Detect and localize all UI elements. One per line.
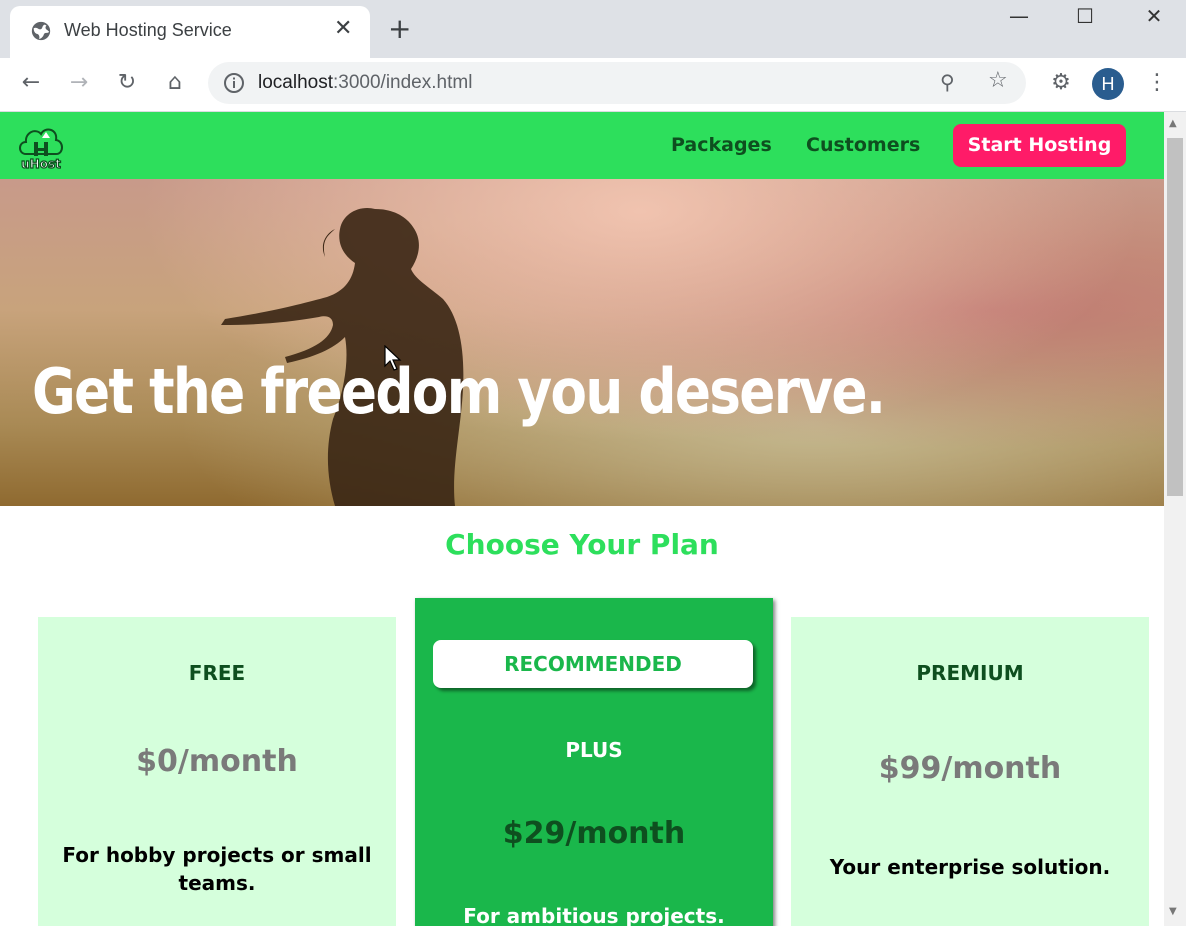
forward-arrow-icon[interactable]: → (64, 70, 94, 100)
plan-card-premium: PREMIUM $99/month Your enterprise soluti… (791, 617, 1149, 926)
info-icon[interactable] (222, 71, 246, 95)
start-hosting-button[interactable]: Start Hosting (953, 124, 1126, 167)
profile-avatar[interactable]: H (1092, 68, 1124, 100)
home-icon[interactable]: ⌂ (160, 70, 190, 100)
tab-title: Web Hosting Service (64, 20, 232, 40)
url-path: :3000/index.html (333, 72, 473, 93)
tab-close-icon[interactable]: ✕ (334, 16, 352, 41)
plan-price: $29/month (502, 816, 686, 851)
bookmark-star-icon[interactable]: ☆ (988, 68, 1008, 93)
page-scrollbar[interactable]: ▲ ▼ (1164, 112, 1186, 926)
close-window-button[interactable]: ✕ (1131, 4, 1177, 34)
reload-icon[interactable]: ↻ (112, 70, 142, 100)
plan-price: $99/month (878, 751, 1062, 786)
url-host: localhost (258, 72, 333, 93)
url-text[interactable]: localhost:3000/index.html (258, 72, 472, 94)
plan-name: PREMIUM (916, 661, 1024, 685)
nav-packages-link[interactable]: Packages (671, 134, 772, 156)
nav-customers-link[interactable]: Customers (806, 134, 920, 156)
new-tab-button[interactable]: + (388, 12, 411, 45)
extensions-puzzle-icon[interactable]: ⚙ (1046, 70, 1076, 100)
logo-text: uHost (21, 157, 61, 171)
mouse-cursor-icon (384, 345, 402, 371)
plan-card-free: FREE $0/month For hobby projects or smal… (38, 617, 396, 926)
site-header: uHost Packages Customers Start Hosting (0, 112, 1164, 179)
globe-icon (31, 21, 51, 41)
hero-title: Get the freedom you deserve. (32, 355, 886, 428)
uhost-logo[interactable]: uHost (16, 120, 66, 172)
menu-dots-icon[interactable]: ⋮ (1142, 70, 1172, 100)
scroll-down-arrow-icon[interactable]: ▼ (1169, 906, 1177, 917)
plan-description: Your enterprise solution. (829, 855, 1111, 879)
hero-banner: Get the freedom you deserve. (0, 179, 1164, 506)
browser-tab-strip: Web Hosting Service ✕ + — ☐ ✕ (0, 0, 1186, 58)
page-viewport: uHost Packages Customers Start Hosting G… (0, 112, 1164, 926)
address-bar[interactable]: localhost:3000/index.html ⚲ ☆ (208, 62, 1026, 104)
hero-silhouette-image (221, 208, 464, 506)
plans-heading: Choose Your Plan (445, 528, 719, 561)
minimize-button[interactable]: — (996, 4, 1042, 34)
back-arrow-icon[interactable]: ← (16, 70, 46, 100)
zoom-icon[interactable]: ⚲ (940, 70, 955, 94)
plan-name: PLUS (565, 738, 623, 762)
browser-toolbar: ← → ↻ ⌂ localhost:3000/index.html ⚲ ☆ ⚙ … (0, 58, 1186, 112)
plan-description: For ambitious projects. (463, 904, 725, 926)
scrollbar-thumb[interactable] (1167, 138, 1183, 496)
maximize-button[interactable]: ☐ (1062, 4, 1108, 34)
plan-description: For hobby projects or small teams. (62, 843, 372, 895)
recommended-badge: RECOMMENDED (433, 640, 753, 688)
scroll-up-arrow-icon[interactable]: ▲ (1169, 118, 1177, 129)
browser-tab[interactable]: Web Hosting Service ✕ (10, 6, 370, 58)
plan-card-plus: RECOMMENDED PLUS $29/month For ambitious… (415, 598, 773, 926)
plan-price: $0/month (136, 744, 298, 779)
plan-name: FREE (188, 661, 246, 685)
